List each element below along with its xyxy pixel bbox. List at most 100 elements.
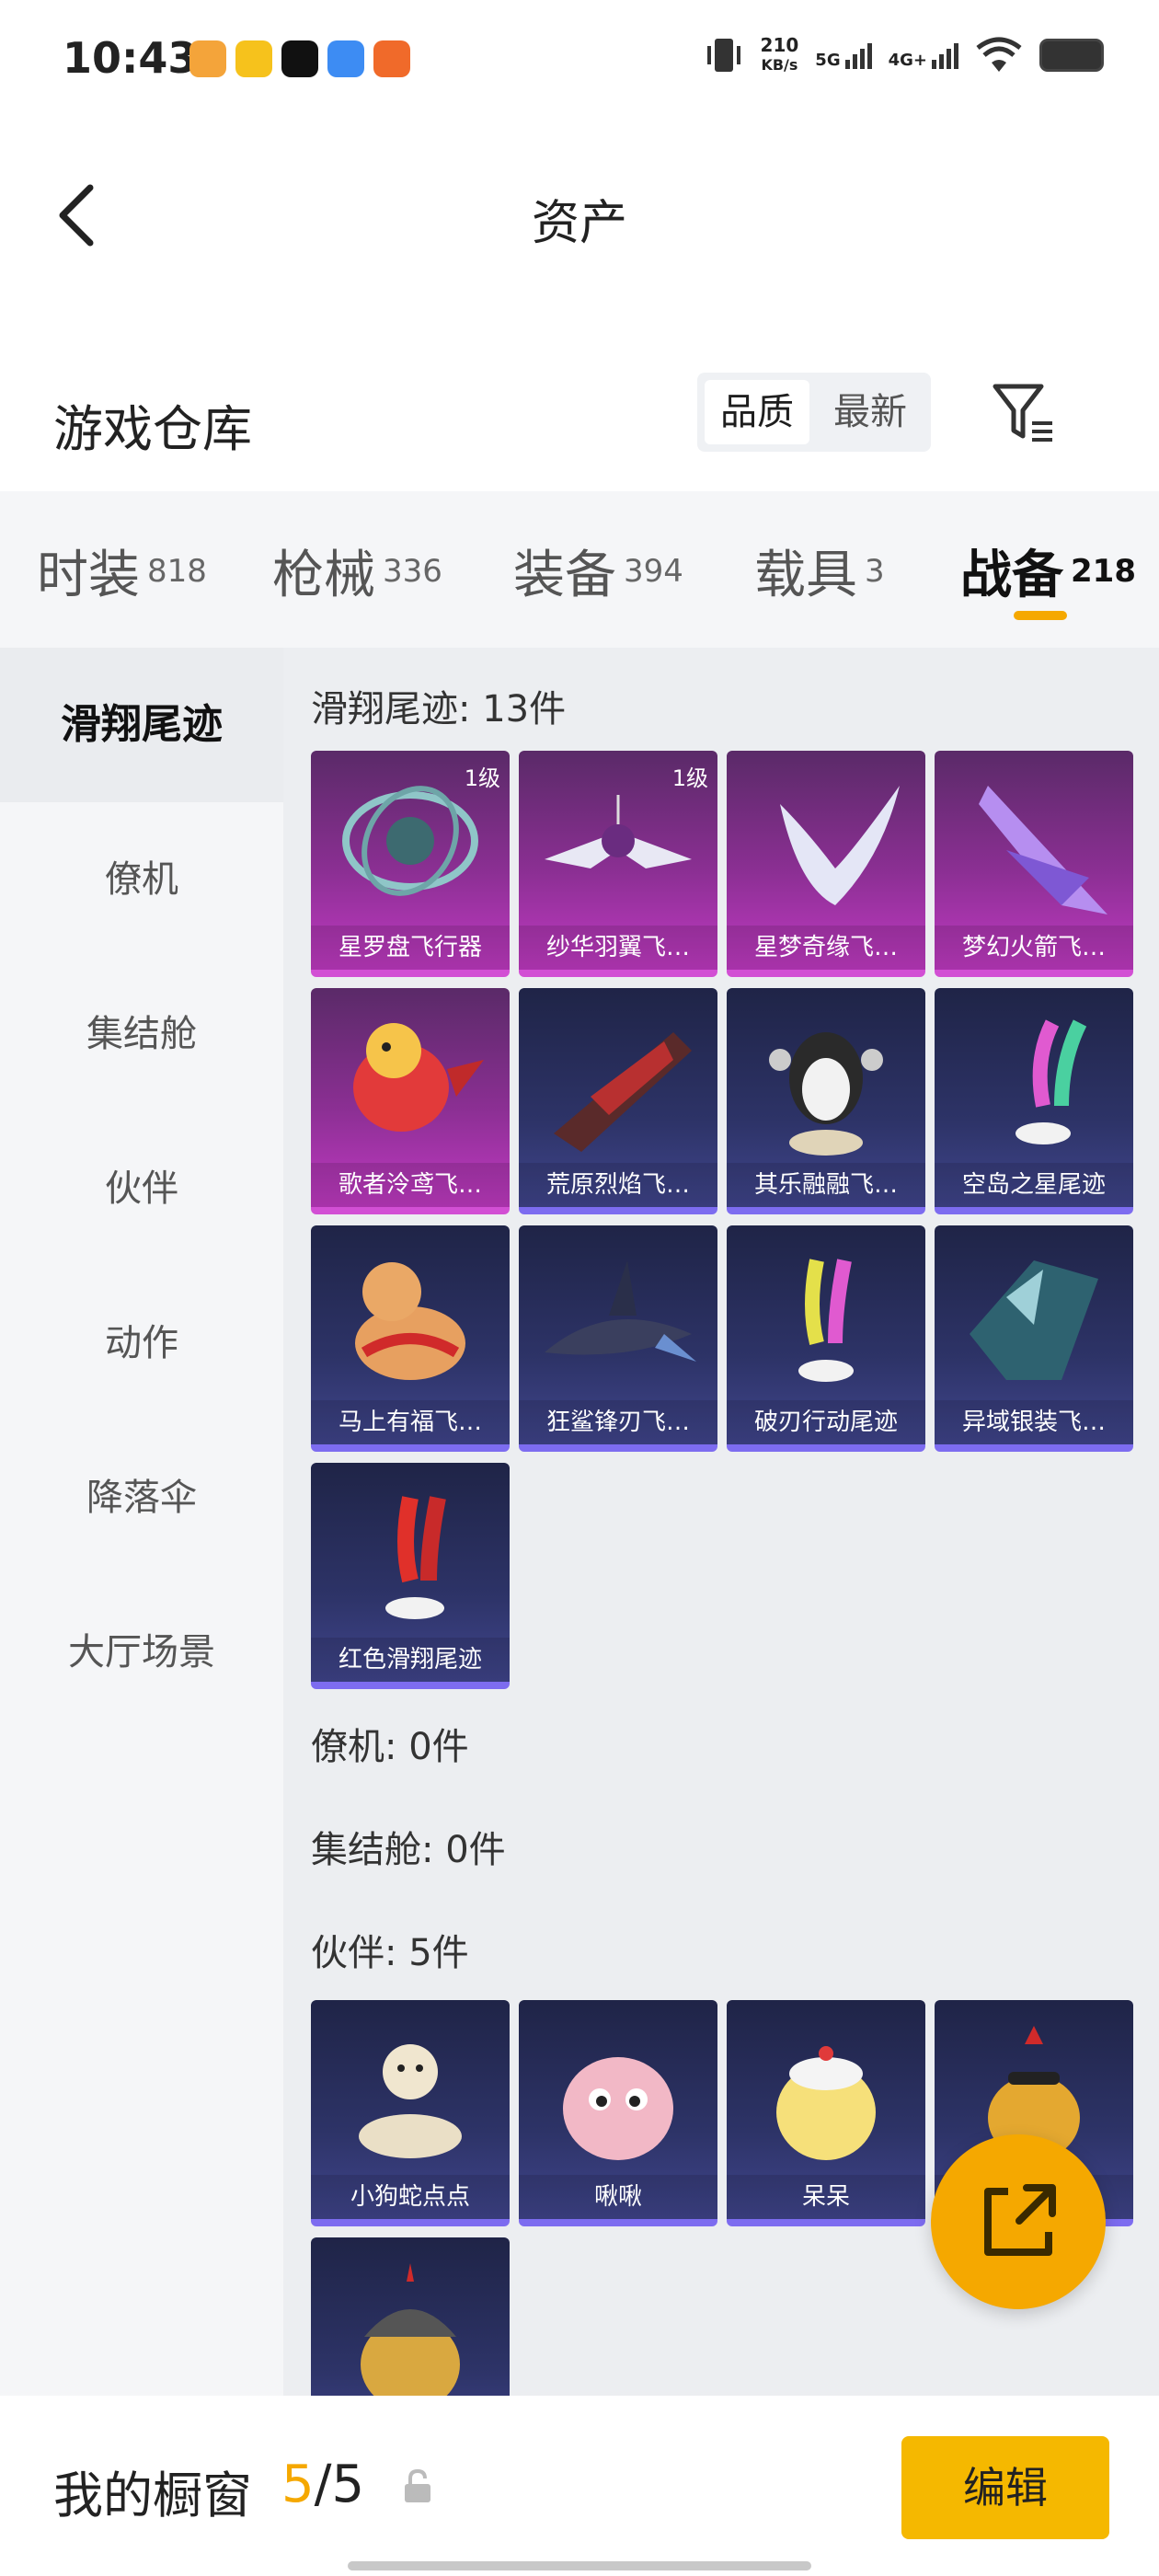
item-card[interactable]: 1级 纱华羽翼飞…	[519, 751, 717, 977]
signal-icon	[844, 43, 872, 69]
warehouse-title: 游戏仓库	[53, 400, 252, 458]
sidebar-item-partner[interactable]: 伙伴	[0, 1111, 283, 1266]
item-card[interactable]: 小狗蛇点点	[311, 2000, 510, 2226]
item-name: 空岛之星尾迹	[935, 1163, 1133, 1207]
app-notification-icon	[373, 40, 410, 77]
item-card[interactable]: 梦幻火箭飞…	[935, 751, 1133, 977]
app-notification-icon	[189, 40, 226, 77]
app-notification-icon	[327, 40, 364, 77]
shark-craft-icon	[545, 1260, 696, 1362]
item-name: 啾啾	[519, 2175, 717, 2219]
tiktok-icon	[281, 40, 318, 77]
sidebar-item-glide-trail[interactable]: 滑翔尾迹	[0, 648, 283, 802]
item-card[interactable]: 啾啾	[519, 2000, 717, 2226]
item-name: 破刃行动尾迹	[727, 1400, 925, 1444]
sidebar-item-wingman[interactable]: 僚机	[0, 802, 283, 957]
wifi-icon	[976, 37, 1022, 72]
pink-bird-partner-icon	[563, 2057, 673, 2160]
item-name: 梦幻火箭飞…	[935, 926, 1133, 970]
item-card[interactable]: 破刃行动尾迹	[727, 1225, 925, 1452]
sort-toggle: 品质 最新	[697, 373, 931, 452]
item-name: 荒原烈焰飞…	[519, 1163, 717, 1207]
showcase-bar: 我的橱窗 5/5 编辑	[0, 2396, 1159, 2576]
sidebar: 滑翔尾迹 僚机 集结舱 伙伴 动作 降落伞 大厅场景	[0, 648, 283, 2396]
showcase-title: 我的橱窗	[53, 2467, 252, 2524]
tab-equipment[interactable]: 装备 394	[513, 534, 683, 608]
feather-wing-icon	[780, 786, 900, 905]
signal-4g: 4G+	[889, 41, 958, 69]
red-trail-icon	[385, 1496, 446, 1619]
item-name: 马上有福飞…	[311, 1400, 510, 1444]
penguin-craft-icon	[769, 1032, 883, 1156]
vibrate-icon	[706, 39, 740, 72]
active-tab-indicator	[1014, 611, 1067, 620]
item-name: 其乐融融飞…	[727, 1163, 925, 1207]
red-bird-icon	[353, 1023, 484, 1132]
battery-icon	[1039, 39, 1104, 72]
tab-vehicles[interactable]: 载具 3	[754, 534, 885, 608]
chick-partner-icon	[776, 2046, 876, 2160]
status-bar: 10:43 210 KB/s 5G 4G+	[0, 0, 1159, 125]
signal-5g: 5G	[815, 41, 872, 69]
item-card[interactable]: 1级 星罗盘飞行器	[311, 751, 510, 977]
sidebar-item-emote[interactable]: 动作	[0, 1266, 283, 1420]
net-speed: 210 KB/s	[760, 34, 799, 74]
item-card[interactable]: 马上有福飞…	[311, 1225, 510, 1452]
sort-latest-button[interactable]: 最新	[817, 380, 924, 444]
share-icon	[984, 2184, 1056, 2256]
item-list: 滑翔尾迹: 13件 1级 星罗盘飞行器 1级 纱华羽翼飞… 星梦奇缘飞… 梦幻火…	[283, 648, 1159, 2396]
notification-icons	[189, 40, 410, 77]
rocket-glider-icon	[979, 786, 1107, 914]
item-card[interactable]: 呆呆	[727, 2000, 925, 2226]
sort-quality-button[interactable]: 品质	[705, 380, 809, 444]
level-badge: 1级	[671, 765, 708, 791]
section-title-pod: 集结舱: 0件	[311, 1829, 506, 1871]
item-name: 纱华羽翼飞…	[519, 926, 717, 970]
spiked-craft-icon	[970, 1260, 1098, 1380]
sidebar-item-pod[interactable]: 集结舱	[0, 957, 283, 1111]
item-card[interactable]: 空岛之星尾迹	[935, 988, 1133, 1214]
item-name: 歌者泠鸢飞…	[311, 1163, 510, 1207]
item-card[interactable]: 其乐融融飞…	[727, 988, 925, 1214]
section-title-partner: 伙伴: 5件	[311, 1932, 469, 1974]
status-time: 10:43	[63, 33, 198, 83]
item-name: 星罗盘飞行器	[311, 926, 510, 970]
level-badge: 1级	[464, 765, 500, 791]
item-name: 星梦奇缘飞…	[727, 926, 925, 970]
section-title-wingman: 僚机: 0件	[311, 1726, 469, 1768]
sidebar-item-parachute[interactable]: 降落伞	[0, 1420, 283, 1575]
section-title-glide: 滑翔尾迹: 13件	[311, 688, 567, 730]
item-card[interactable]: 荒原烈焰飞…	[519, 988, 717, 1214]
filter-icon[interactable]	[990, 379, 1060, 449]
lock-icon	[405, 2468, 430, 2502]
item-card[interactable]: 红色滑翔尾迹	[311, 1463, 510, 1689]
item-card[interactable]: 星梦奇缘飞…	[727, 751, 925, 977]
item-card[interactable]: 狂鲨锋刃飞…	[519, 1225, 717, 1452]
page-title: 资产	[531, 196, 627, 251]
flame-craft-icon	[554, 1032, 692, 1152]
item-card[interactable]: 歌者泠鸢飞…	[311, 988, 510, 1214]
snake-partner-icon	[359, 2044, 462, 2158]
header: 资产	[0, 147, 1159, 276]
edit-button[interactable]: 编辑	[901, 2436, 1109, 2539]
sidebar-item-lobby-scene[interactable]: 大厅场景	[0, 1575, 283, 1730]
helmet-partner-icon	[361, 2263, 460, 2396]
rainbow-trail-icon	[1016, 1019, 1087, 1144]
item-card[interactable]: 异域银装飞…	[935, 1225, 1133, 1452]
tab-guns[interactable]: 枪械 336	[272, 534, 442, 608]
tab-fashion[interactable]: 时装 818	[37, 534, 207, 608]
item-card[interactable]	[311, 2237, 510, 2396]
item-name: 呆呆	[727, 2175, 925, 2219]
category-tabs: 时装 818 枪械 336 装备 394 载具 3 战备 218	[0, 491, 1159, 648]
app-notification-icon	[235, 40, 272, 77]
item-name: 小狗蛇点点	[311, 2175, 510, 2219]
showcase-count: 5/5	[281, 2455, 365, 2514]
item-name: 异域银装飞…	[935, 1400, 1133, 1444]
tab-combat-gear[interactable]: 战备 218	[960, 534, 1136, 608]
signal-icon	[932, 43, 958, 69]
share-button[interactable]	[931, 2134, 1106, 2309]
horse-craft-icon	[355, 1262, 465, 1380]
home-indicator[interactable]	[348, 2561, 811, 2570]
warehouse-header: 游戏仓库 品质 最新	[0, 368, 1159, 469]
item-name: 狂鲨锋刃飞…	[519, 1400, 717, 1444]
